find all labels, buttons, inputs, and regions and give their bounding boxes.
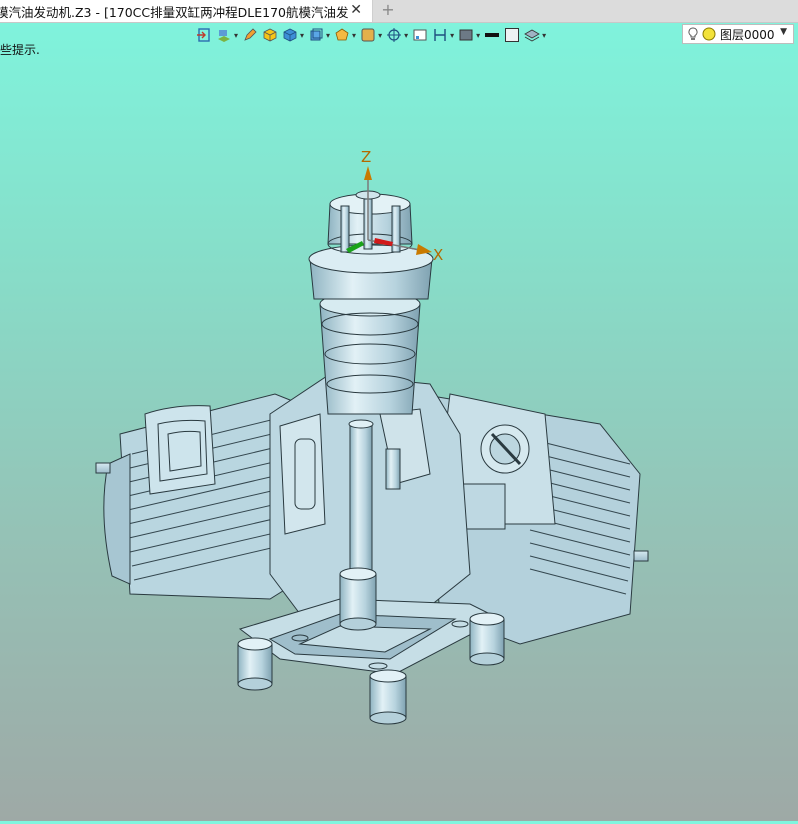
- layers-icon: [524, 29, 540, 42]
- engine-model[interactable]: Z X: [0, 54, 798, 821]
- layer-select-value: 图层0000: [720, 27, 775, 42]
- chevron-down-icon: ▼: [780, 27, 787, 37]
- chevron-down-icon: ▾: [326, 30, 331, 40]
- box-button[interactable]: [262, 25, 278, 45]
- face-color-icon: [505, 28, 520, 42]
- polygon-button[interactable]: ▾: [334, 25, 356, 45]
- pen-button[interactable]: [242, 25, 258, 45]
- view-cube-button[interactable]: ▾: [308, 25, 330, 45]
- x-axis-label: X: [433, 246, 443, 264]
- view-cube-icon: [310, 28, 323, 41]
- orient-icon: [387, 28, 402, 42]
- box-yellow-icon: [263, 28, 277, 42]
- chevron-down-icon: ▾: [352, 30, 357, 40]
- layers-button[interactable]: ▾: [524, 25, 546, 45]
- display-mode-button[interactable]: ▾: [458, 25, 480, 45]
- chevron-down-icon: ▾: [378, 30, 383, 40]
- cube-button[interactable]: ▾: [282, 25, 304, 45]
- face-color-button[interactable]: [504, 25, 520, 45]
- new-tab-button[interactable]: +: [380, 1, 396, 19]
- align-button[interactable]: ▾: [432, 25, 454, 45]
- z-axis-label: Z: [361, 148, 371, 166]
- layer-select[interactable]: 图层0000 ▼: [682, 24, 794, 44]
- shaded-icon: [361, 28, 375, 42]
- chevron-down-icon: ▾: [300, 30, 305, 40]
- tab-strip: 模汽油发动机.Z3 - [170CC排量双缸两冲程DLE170航模汽油发动机] …: [0, 0, 798, 23]
- layer-color-icon: [702, 27, 716, 41]
- chevron-down-icon: ▾: [450, 30, 455, 40]
- line-color-button[interactable]: [484, 25, 500, 45]
- frame-button[interactable]: [412, 25, 428, 45]
- chevron-down-icon: ▾: [404, 30, 409, 40]
- sketch-plane-button[interactable]: ▾: [216, 25, 238, 45]
- view-toolbar: ▾ ▾ ▾ ▾ ▾ ▾ ▾ ▾ ▾: [196, 24, 680, 46]
- 3d-viewport[interactable]: Z X: [0, 54, 798, 821]
- lightbulb-icon: [688, 27, 698, 40]
- line-color-icon: [485, 33, 500, 37]
- align-icon: [434, 29, 446, 41]
- shaded-button[interactable]: ▾: [360, 25, 382, 45]
- frame-icon: [413, 29, 427, 41]
- chevron-down-icon: ▾: [476, 30, 481, 40]
- orient-button[interactable]: ▾: [386, 25, 408, 45]
- close-tab-icon[interactable]: ✕: [350, 2, 362, 18]
- document-tab-title: 模汽油发动机.Z3 - [170CC排量双缸两冲程DLE170航模汽油发动机]: [0, 4, 348, 20]
- chevron-down-icon: ▾: [234, 30, 239, 40]
- display-mode-icon: [459, 29, 473, 41]
- exit-sketch-icon: [197, 28, 210, 42]
- cube-blue-icon: [283, 28, 297, 42]
- pen-icon: [244, 28, 257, 41]
- sketch-plane-icon: [218, 30, 230, 42]
- chevron-down-icon: ▾: [542, 30, 547, 40]
- document-tab[interactable]: 模汽油发动机.Z3 - [170CC排量双缸两冲程DLE170航模汽油发动机] …: [0, 0, 373, 22]
- polygon-icon: [335, 28, 349, 41]
- exit-sketch-button[interactable]: [196, 25, 212, 45]
